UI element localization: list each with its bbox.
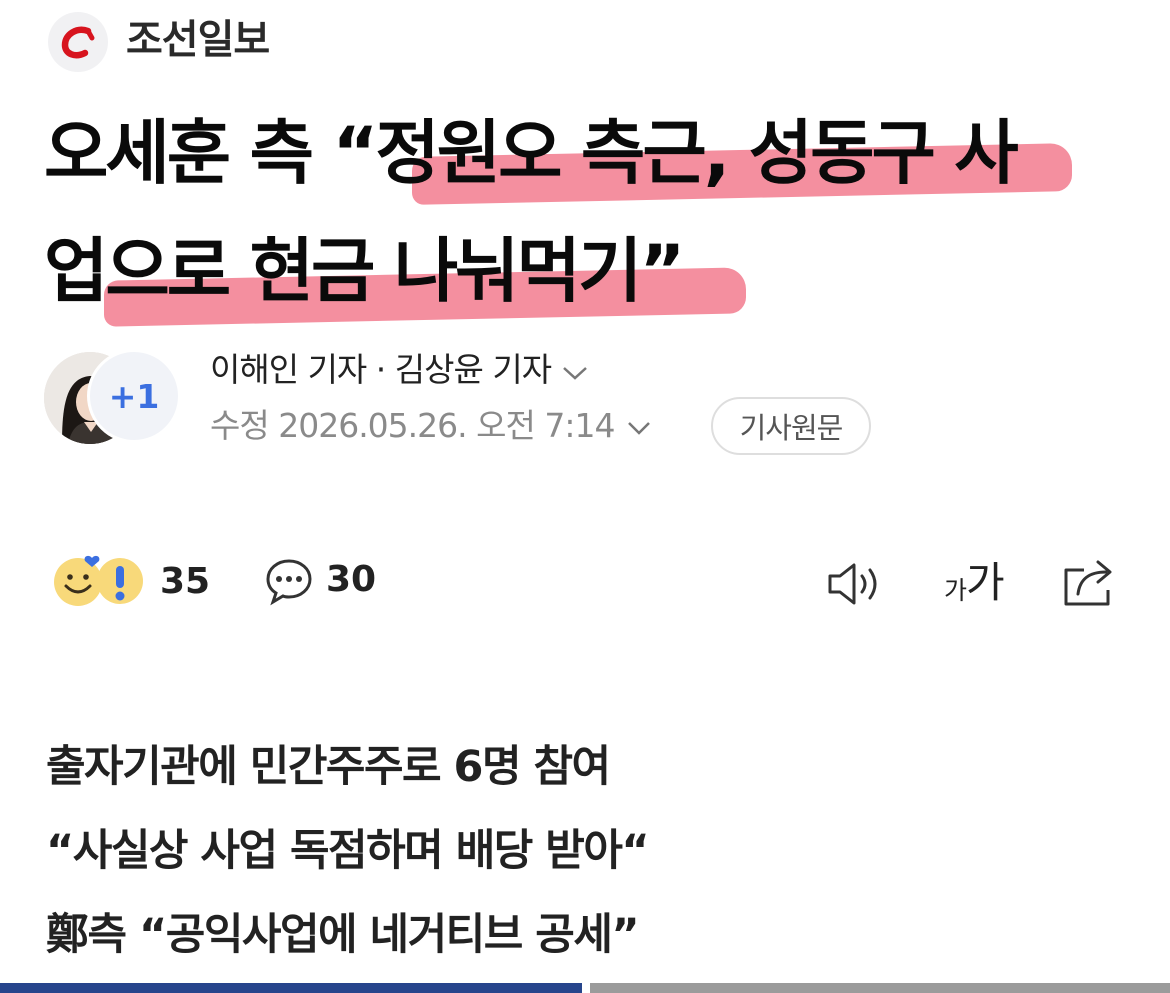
reaction-emoji-icon	[54, 555, 143, 606]
more-reporters-badge[interactable]: +1	[90, 352, 178, 440]
listen-button[interactable]	[826, 560, 884, 608]
chevron-down-icon	[563, 367, 587, 380]
publisher-logo[interactable]	[48, 12, 108, 72]
reaction-button[interactable]	[52, 554, 148, 610]
article-photo	[590, 983, 1170, 993]
headline-line: 업으로 현금 나눠먹기”	[44, 230, 685, 312]
font-size-small-label: 가	[944, 576, 968, 605]
comment-count: 30	[326, 559, 377, 600]
article-subhead: “사실상 사업 독점하며 배당 받아“	[46, 826, 650, 876]
share-icon	[1064, 560, 1112, 606]
article-subhead: 출자기관에 민간주주로 6명 참여	[46, 742, 611, 792]
share-button[interactable]	[1060, 556, 1118, 608]
font-size-large-label: 가	[966, 558, 1005, 607]
comment-button[interactable]	[264, 556, 314, 606]
speaker-icon	[828, 563, 877, 605]
chosun-logo-icon	[61, 26, 95, 59]
article-timestamp[interactable]: 수정 2026.05.26. 오전 7:14	[210, 404, 652, 448]
publisher-name[interactable]: 조선일보	[126, 14, 270, 66]
original-article-button[interactable]: 기사원문	[711, 397, 871, 455]
article-photo	[0, 983, 582, 993]
font-size-button[interactable]: 가 가	[944, 558, 1014, 610]
reporter-names[interactable]: 이해인 기자 · 김상윤 기자	[210, 348, 589, 392]
comment-icon	[266, 559, 312, 606]
reporter-names-text: 이해인 기자 · 김상윤 기자	[210, 350, 552, 389]
article-subhead: 鄭측 “공익사업에 네거티브 공세”	[46, 910, 640, 960]
timestamp-text: 수정 2026.05.26. 오전 7:14	[210, 406, 615, 445]
chevron-down-icon	[628, 422, 651, 435]
reaction-count: 35	[160, 561, 211, 602]
headline-line: 오세훈 측 “정원오 측근, 성동구 사	[44, 112, 1019, 194]
